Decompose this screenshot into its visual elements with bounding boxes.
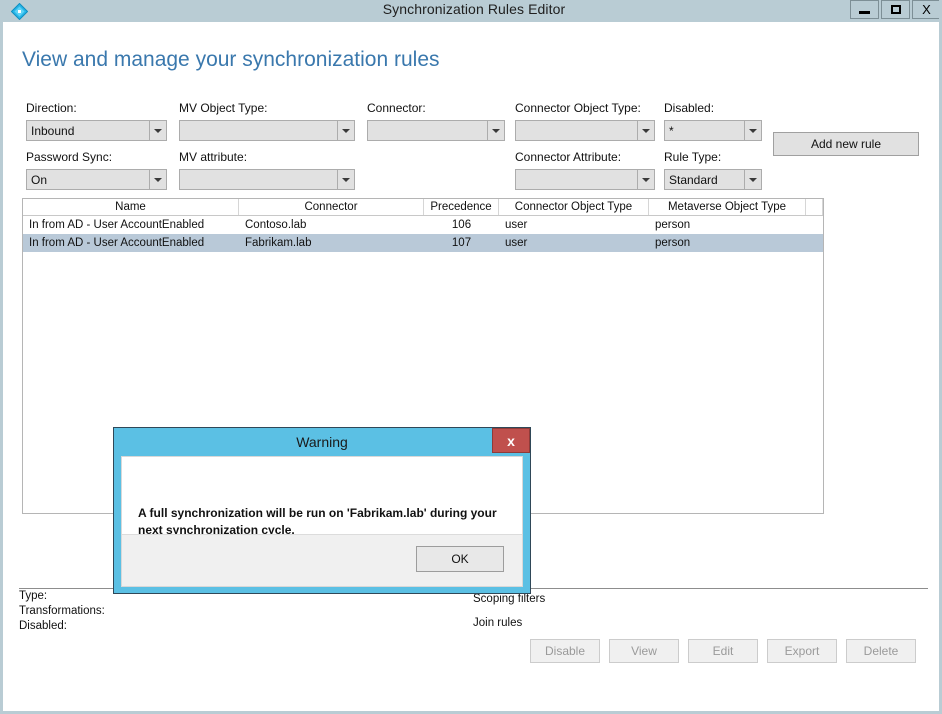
cell-name: In from AD - User AccountEnabled	[29, 237, 205, 249]
add-new-rule-button[interactable]: Add new rule	[773, 132, 919, 156]
rule-type-value: Standard	[669, 172, 718, 187]
cell-connector: Contoso.lab	[245, 219, 307, 231]
cell-precedence: 107	[451, 237, 472, 249]
connector-attribute-value	[516, 170, 637, 189]
mv-attribute-dropdown[interactable]	[179, 169, 355, 190]
connector-label: Connector:	[367, 101, 426, 115]
cell-connector: Fabrikam.lab	[245, 237, 312, 249]
cell-name: In from AD - User AccountEnabled	[29, 219, 205, 231]
delete-button[interactable]: Delete	[846, 639, 916, 663]
chevron-down-icon	[149, 170, 166, 189]
mv-object-type-label: MV Object Type:	[179, 101, 268, 115]
chevron-down-icon	[337, 170, 354, 189]
edit-button[interactable]: Edit	[688, 639, 758, 663]
connector-object-type-value	[516, 121, 637, 140]
mv-attribute-label: MV attribute:	[179, 150, 248, 164]
cell-metaverse-object-type: person	[655, 219, 691, 231]
cell-connector-object-type: user	[505, 219, 528, 231]
chevron-down-icon	[637, 121, 654, 140]
table-header-row: Name Connector Precedence Connector Obje…	[23, 199, 823, 216]
filter-panel: Direction: Inbound MV Object Type: Conne…	[3, 0, 939, 200]
direction-value: Inbound	[31, 123, 75, 138]
direction-dropdown[interactable]: Inbound	[26, 120, 167, 141]
detail-join-rules-label: Join rules	[473, 617, 523, 629]
chevron-down-icon	[744, 121, 761, 140]
column-header-connector[interactable]: Connector	[239, 199, 424, 215]
connector-attribute-dropdown[interactable]	[515, 169, 655, 190]
column-header-spacer[interactable]	[806, 199, 823, 215]
table-row[interactable]: In from AD - User AccountEnabled Contoso…	[23, 216, 823, 234]
chevron-down-icon	[744, 170, 761, 189]
detail-transformations-label: Transformations:	[19, 605, 105, 617]
dialog-close-button[interactable]: x	[492, 428, 530, 453]
cell-precedence: 106	[451, 219, 472, 231]
mv-attribute-value	[180, 170, 337, 189]
cell-connector-object-type: user	[505, 237, 528, 249]
detail-type-label: Type:	[19, 590, 48, 602]
mv-object-type-dropdown[interactable]	[179, 120, 355, 141]
column-header-connector-object-type[interactable]: Connector Object Type	[499, 199, 649, 215]
column-header-name[interactable]: Name	[23, 199, 239, 215]
chevron-down-icon	[487, 121, 504, 140]
mv-object-type-value	[180, 121, 337, 140]
dialog-title: Warning	[296, 434, 348, 450]
disabled-filter-value: *	[669, 123, 674, 138]
password-sync-dropdown[interactable]: On	[26, 169, 167, 190]
detail-disabled-label: Disabled:	[19, 620, 67, 632]
rule-type-dropdown[interactable]: Standard	[664, 169, 762, 190]
chevron-down-icon	[149, 121, 166, 140]
disable-button[interactable]: Disable	[530, 639, 600, 663]
password-sync-value: On	[31, 172, 48, 187]
direction-label: Direction:	[26, 101, 77, 115]
dialog-body: A full synchronization will be run on 'F…	[121, 456, 523, 587]
connector-dropdown[interactable]	[367, 120, 505, 141]
connector-attribute-label: Connector Attribute:	[515, 150, 622, 164]
sync-rules-editor-window: Synchronization Rules Editor X View and …	[0, 0, 942, 714]
connector-object-type-dropdown[interactable]	[515, 120, 655, 141]
table-row[interactable]: In from AD - User AccountEnabled Fabrika…	[23, 234, 823, 252]
disabled-filter-label: Disabled:	[664, 101, 715, 115]
column-header-precedence[interactable]: Precedence	[424, 199, 499, 215]
dialog-footer: OK	[122, 534, 522, 586]
detail-labels-middle: Scoping filters Join rules	[473, 587, 545, 635]
export-button[interactable]: Export	[767, 639, 837, 663]
dialog-ok-button[interactable]: OK	[416, 546, 504, 572]
disabled-filter-dropdown[interactable]: *	[664, 120, 762, 141]
chevron-down-icon	[337, 121, 354, 140]
chevron-down-icon	[637, 170, 654, 189]
view-button[interactable]: View	[609, 639, 679, 663]
password-sync-label: Password Sync:	[26, 150, 113, 164]
dialog-titlebar: Warning x	[114, 428, 530, 456]
connector-value	[368, 121, 487, 140]
cell-metaverse-object-type: person	[655, 237, 691, 249]
detail-labels-left: Type: Transformations: Disabled:	[19, 589, 105, 634]
footer-button-bar: Disable View Edit Export Delete	[530, 639, 925, 663]
warning-dialog: Warning x A full synchronization will be…	[113, 427, 531, 594]
connector-object-type-label: Connector Object Type:	[515, 101, 641, 115]
column-header-metaverse-object-type[interactable]: Metaverse Object Type	[649, 199, 806, 215]
rule-type-label: Rule Type:	[664, 150, 722, 164]
